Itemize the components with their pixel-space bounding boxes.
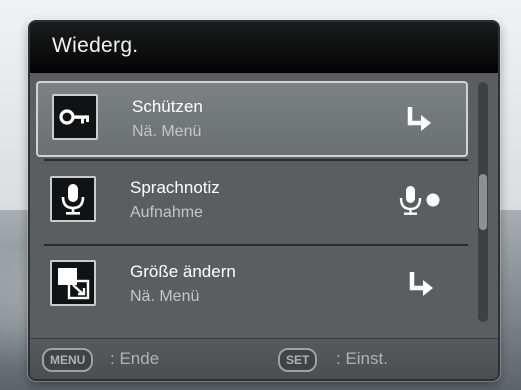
enter-arrow-icon (390, 103, 446, 137)
key-icon (52, 94, 98, 140)
menu-item-divider (44, 244, 468, 246)
menu-title: Wiederg. (52, 34, 139, 57)
menu-item-groesse-aendern[interactable]: Größe ändern Nä. Menü (36, 248, 468, 324)
set-key-action: : Einst. (336, 349, 388, 368)
menu-item-sub: Aufnahme (130, 204, 203, 221)
menu-title-bar: Wiederg. (30, 22, 498, 73)
camera-screen: Wiederg. Schützen Nä. Menü Sprachnotiz A… (0, 0, 521, 390)
menu-list: Schützen Nä. Menü Sprachnotiz Aufnahme G… (30, 72, 498, 338)
menu-scrollbar[interactable] (478, 82, 488, 322)
playback-menu-panel: Wiederg. Schützen Nä. Menü Sprachnotiz A… (28, 20, 500, 381)
menu-item-label: Sprachnotiz (130, 178, 220, 197)
microphone-icon (50, 176, 96, 222)
menu-key-action: : Ende (110, 349, 160, 368)
menu-item-label: Schützen (132, 97, 203, 116)
menu-item-sprachnotiz[interactable]: Sprachnotiz Aufnahme (36, 164, 468, 246)
menu-item-sub: Nä. Menü (130, 288, 200, 305)
menu-key-badge: MENU (42, 348, 94, 372)
menu-item-sub: Nä. Menü (132, 123, 202, 140)
set-key-badge: SET (278, 348, 318, 372)
resize-icon (50, 260, 96, 306)
enter-arrow-icon (392, 268, 448, 302)
menu-item-divider (44, 159, 468, 161)
menu-footer: MENU : Ende SET : Einst. (30, 338, 498, 379)
record-mic-icon (392, 184, 448, 218)
menu-scroll-thumb[interactable] (479, 174, 487, 230)
menu-item-label: Größe ändern (130, 262, 236, 281)
menu-item-schuetzen[interactable]: Schützen Nä. Menü (36, 81, 468, 157)
